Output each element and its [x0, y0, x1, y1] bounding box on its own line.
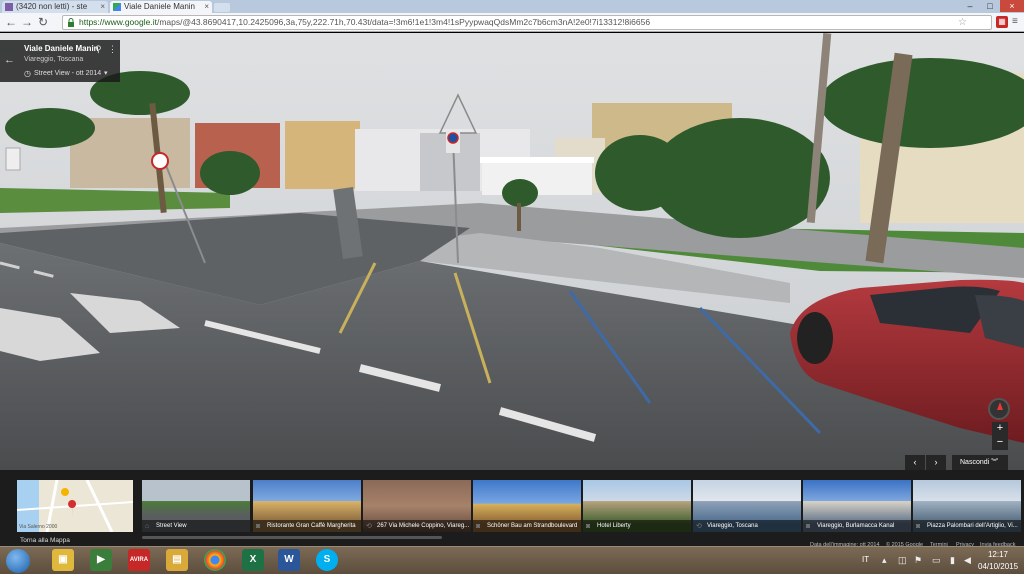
- maximize-button[interactable]: □: [980, 0, 1000, 12]
- tab-maps[interactable]: Viale Daniele Manin ×: [110, 1, 212, 13]
- address-bar[interactable]: https://www.google.it/maps/@43.8690417,1…: [62, 15, 992, 30]
- photo-caption: Viareggio, Burlamacca Kanal: [803, 520, 911, 532]
- photo-thumb[interactable]: ◙ Viareggio, Burlamacca Kanal: [803, 480, 911, 532]
- window-close-button[interactable]: ×: [1000, 0, 1024, 12]
- url-path: /maps/@43.8690417,10.2425096,3a,75y,222.…: [156, 17, 651, 27]
- explorer-icon[interactable]: ▣: [52, 549, 74, 571]
- photo-thumb[interactable]: ⌂ Street View: [142, 480, 250, 532]
- new-tab-button[interactable]: [214, 3, 230, 12]
- action-center-icon[interactable]: ⚑: [914, 555, 922, 566]
- chrome-icon[interactable]: [204, 549, 226, 571]
- mini-map-street: Via Salerno 2000: [19, 524, 58, 530]
- excel-icon[interactable]: X: [242, 549, 264, 571]
- clock-date[interactable]: 04/10/2015: [978, 562, 1018, 571]
- street-view-panorama[interactable]: [0, 33, 1024, 470]
- photo-thumb[interactable]: ◙ Ristorante Gran Caffè Margherita: [253, 480, 361, 532]
- browser-toolbar: ← → ↻ https://www.google.it/maps/@43.869…: [0, 13, 1024, 32]
- battery-icon[interactable]: ▭: [932, 555, 941, 566]
- photo-thumb[interactable]: ◙ Schöner Bau am Strandboulevard: [473, 480, 581, 532]
- photo-caption: Ristorante Gran Caffè Margherita: [253, 520, 361, 532]
- browser-tab-strip: (3420 non letti) - ste × Viale Daniele M…: [0, 0, 1024, 13]
- tab-label: Viale Daniele Manin: [124, 2, 196, 11]
- lock-icon: [68, 18, 74, 27]
- avira-icon[interactable]: AVIRA: [128, 549, 150, 571]
- chevron-down-icon[interactable]: ▾: [104, 69, 108, 77]
- compass-icon[interactable]: [988, 398, 1010, 420]
- street-scene: [0, 33, 1024, 470]
- photo-caption: Viareggio, Toscana: [693, 520, 801, 532]
- tab-label: (3420 non letti) - ste: [16, 2, 88, 11]
- photo-caption: Hotel Liberty: [583, 520, 691, 532]
- close-icon[interactable]: ×: [204, 2, 209, 11]
- windows-taskbar: [0, 546, 1024, 574]
- minimize-button[interactable]: –: [960, 0, 980, 12]
- back-button[interactable]: ←: [4, 15, 18, 29]
- hide-label: Nascondi: [960, 459, 990, 466]
- photo-caption: Piazza Palombari dell'Artiglio, Vi...: [913, 520, 1021, 532]
- photo-caption: Street View: [142, 520, 250, 532]
- mini-map[interactable]: Via Salerno 2000: [17, 480, 133, 532]
- skype-icon[interactable]: S: [316, 549, 338, 571]
- reload-button[interactable]: ↻: [36, 15, 50, 29]
- filmstrip-prev-button[interactable]: ‹: [905, 455, 925, 470]
- maps-icon: [113, 3, 121, 11]
- place-subtitle: Viareggio, Toscana: [24, 56, 84, 63]
- hide-filmstrip-button[interactable]: Nascondi ︾: [952, 455, 1008, 470]
- mail-icon: [5, 3, 13, 11]
- network-icon[interactable]: ◫: [898, 555, 907, 566]
- forward-button[interactable]: →: [20, 15, 34, 29]
- place-title: Viale Daniele Manin: [24, 44, 99, 53]
- filmstrip-scrollbar[interactable]: [142, 536, 442, 539]
- photo-thumb[interactable]: ◙ Hotel Liberty: [583, 480, 691, 532]
- zoom-in-button[interactable]: +: [992, 422, 1008, 436]
- back-to-map-link[interactable]: Torna alla Mappa: [20, 537, 70, 544]
- extension-icon[interactable]: ▦: [996, 16, 1008, 28]
- back-to-map-icon[interactable]: ←: [4, 54, 15, 66]
- filmstrip-next-button[interactable]: ›: [926, 455, 946, 470]
- word-icon[interactable]: W: [278, 549, 300, 571]
- photo-thumb[interactable]: ◙ Piazza Palombari dell'Artiglio, Vi...: [913, 480, 1021, 532]
- folder-icon[interactable]: ▤: [166, 549, 188, 571]
- place-info-card: ← Viale Daniele Manin Viareggio, Toscana…: [0, 40, 120, 82]
- clock-time[interactable]: 12:17: [978, 550, 1018, 559]
- photo-thumb[interactable]: ⟲ Viareggio, Toscana: [693, 480, 801, 532]
- close-icon[interactable]: ×: [100, 2, 105, 11]
- capture-date[interactable]: Street View - ott 2014: [34, 70, 101, 77]
- url-host: https://www.google.it: [79, 17, 157, 27]
- tab-mail[interactable]: (3420 non letti) - ste ×: [2, 1, 108, 13]
- photo-thumb[interactable]: ⟲ 267 Via Michele Coppino, Viareg...: [363, 480, 471, 532]
- photo-caption: 267 Via Michele Coppino, Viareg...: [363, 520, 471, 532]
- show-hidden-icons-icon[interactable]: ▴: [882, 555, 887, 566]
- volume-icon[interactable]: ◀: [964, 555, 971, 566]
- start-button[interactable]: [6, 549, 30, 573]
- clock-icon[interactable]: ◷: [24, 69, 31, 78]
- language-indicator[interactable]: IT: [862, 555, 869, 564]
- menu-icon[interactable]: ≡: [1012, 16, 1022, 28]
- signal-icon[interactable]: ▮: [950, 555, 955, 566]
- photo-caption: Schöner Bau am Strandboulevard: [473, 520, 581, 532]
- bookmark-star-icon[interactable]: ☆: [958, 16, 967, 29]
- pin-icon[interactable]: ⚲: [95, 44, 102, 55]
- more-icon[interactable]: ⋮: [108, 44, 117, 55]
- zoom-out-button[interactable]: −: [992, 436, 1008, 450]
- media-player-icon[interactable]: ▶: [90, 549, 112, 571]
